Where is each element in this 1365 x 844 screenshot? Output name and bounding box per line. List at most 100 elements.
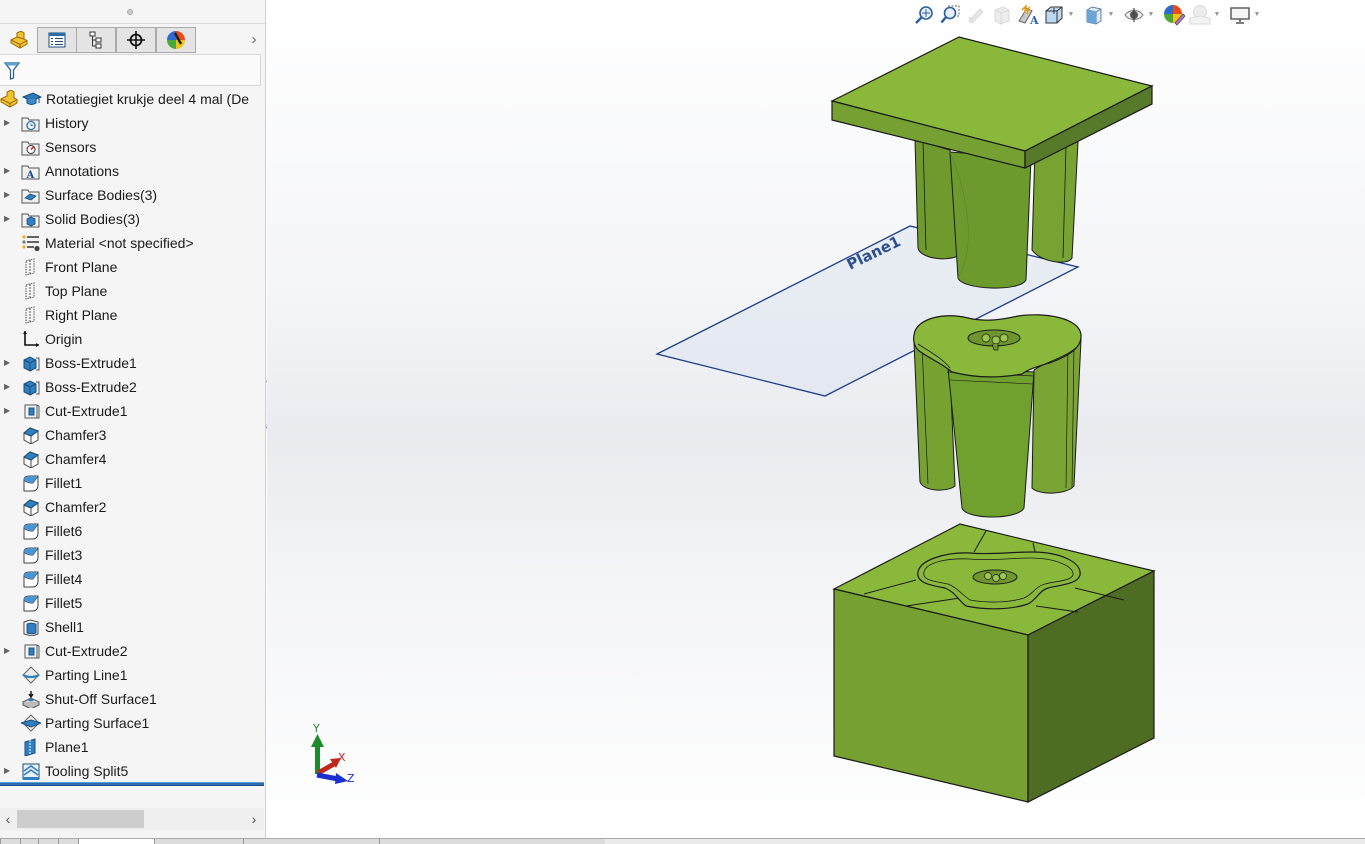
tree-item-solid-bodies-3[interactable]: ▶ Solid Bodies(3) — [0, 207, 266, 231]
tree-item-boss-extrude1[interactable]: ▶ Boss-Extrude1 — [0, 351, 266, 375]
tree-item-history[interactable]: ▶ History — [0, 111, 266, 135]
tree-item-label: Shell1 — [45, 619, 84, 635]
tree-item-label: Fillet3 — [45, 547, 83, 563]
tree-item-cut-extrude1[interactable]: ▶ Cut-Extrude1 — [0, 399, 266, 423]
funnel-icon[interactable] — [4, 62, 20, 80]
tree-item-label: Front Plane — [45, 259, 118, 275]
tree-item-material-not-specified[interactable]: Material <not specified> — [0, 231, 266, 255]
expand-arrow-icon[interactable]: ▶ — [4, 159, 12, 183]
panel-grip[interactable] — [0, 0, 266, 24]
bottom-tab-2[interactable] — [154, 839, 243, 844]
feature-filter-input[interactable] — [0, 54, 261, 86]
chamfer-icon — [23, 499, 40, 516]
expand-arrow-icon[interactable]: ▶ — [4, 639, 12, 663]
tree-item-fillet3[interactable]: Fillet3 — [0, 543, 266, 567]
configurationmanager-tab[interactable] — [76, 27, 116, 53]
dimxpertmanager-tab[interactable] — [116, 27, 156, 53]
tree-item-label: History — [45, 115, 89, 131]
tree-item-shell1[interactable]: Shell1 — [0, 615, 266, 639]
triad-x-label: X — [338, 751, 346, 764]
tab-scroll-prev[interactable] — [20, 839, 38, 844]
expand-arrow-icon[interactable]: ▶ — [4, 351, 12, 375]
bottom-tab-3[interactable] — [243, 839, 379, 844]
stool-core-body[interactable] — [913, 314, 1082, 518]
tree-item-label: Tooling Split5 — [45, 763, 129, 779]
tree-item-top-plane[interactable]: Top Plane — [0, 279, 266, 303]
tree-item-fillet5[interactable]: Fillet5 — [0, 591, 266, 615]
tree-item-chamfer3[interactable]: Chamfer3 — [0, 423, 266, 447]
tree-item-label: Right Plane — [45, 307, 118, 323]
tree-item-label: Fillet6 — [45, 523, 83, 539]
horizontal-scrollbar[interactable]: ‹ › — [0, 808, 264, 830]
bottom-mold-half-body[interactable] — [832, 523, 1156, 803]
plane-icon — [25, 258, 35, 276]
tab-scroll-first[interactable] — [0, 839, 20, 844]
plane-icon — [25, 282, 35, 300]
tree-item-label: Fillet5 — [45, 595, 83, 611]
sensors-folder-icon — [21, 141, 40, 156]
tree-item-label: Fillet1 — [45, 475, 83, 491]
part-icon — [0, 90, 18, 108]
tree-item-tooling-split5[interactable]: ▶ Tooling Split5 — [0, 759, 266, 783]
cut-extrude-icon — [24, 644, 40, 659]
tree-item-chamfer4[interactable]: Chamfer4 — [0, 447, 266, 471]
tree-item-label: Chamfer4 — [45, 451, 107, 467]
scroll-thumb[interactable] — [17, 810, 144, 828]
tree-item-shut-off-surface1[interactable]: Shut-Off Surface1 — [0, 687, 266, 711]
tree-item-label: Shut-Off Surface1 — [45, 691, 157, 707]
history-folder-icon — [21, 117, 40, 132]
chamfer-icon — [23, 451, 40, 468]
tree-item-plane1[interactable]: Plane1 — [0, 735, 266, 759]
scroll-left-arrow[interactable]: ‹ — [0, 808, 16, 830]
feature-manager-panel: › Rotatiegiet krukje deel 4 mal (De ▶ His… — [0, 0, 266, 844]
tree-item-front-plane[interactable]: Front Plane — [0, 255, 266, 279]
tree-item-fillet6[interactable]: Fillet6 — [0, 519, 266, 543]
bottom-tab-4[interactable] — [379, 839, 605, 844]
expand-arrow-icon[interactable]: ▶ — [4, 759, 12, 783]
tree-item-parting-line1[interactable]: Parting Line1 — [0, 663, 266, 687]
tab-scroll-last[interactable] — [58, 839, 78, 844]
fillet-icon — [23, 547, 39, 564]
tree-item-label: Origin — [45, 331, 83, 347]
annotations-folder-icon: A — [21, 165, 40, 180]
parting-surface-icon — [21, 714, 41, 732]
triad-z-axis: Z — [316, 772, 355, 785]
cut-extrude-icon — [24, 404, 40, 419]
expand-arrow-icon[interactable]: ▶ — [4, 375, 12, 399]
expand-arrow-icon[interactable]: ▶ — [4, 399, 12, 423]
tree-item-origin[interactable]: Origin — [0, 327, 266, 351]
tree-item-annotations[interactable]: ▶ A Annotations — [0, 159, 266, 183]
fillet-icon — [23, 571, 39, 588]
tree-item-sensors[interactable]: Sensors — [0, 135, 266, 159]
tree-root-label: Rotatiegiet krukje deel 4 mal (De — [46, 91, 250, 107]
tree-item-fillet1[interactable]: Fillet1 — [0, 471, 266, 495]
tree-item-surface-bodies-3[interactable]: ▶ Surface Bodies(3) — [0, 183, 266, 207]
more-tabs-chevron[interactable]: › — [246, 30, 262, 50]
tree-item-right-plane[interactable]: Right Plane — [0, 303, 266, 327]
tree-item-cut-extrude2[interactable]: ▶ Cut-Extrude2 — [0, 639, 266, 663]
displaymanager-tab[interactable] — [156, 27, 196, 53]
tree-item-chamfer2[interactable]: Chamfer2 — [0, 495, 266, 519]
scroll-right-arrow[interactable]: › — [246, 808, 262, 830]
svg-text:A: A — [26, 170, 35, 180]
expand-arrow-icon[interactable]: ▶ — [4, 183, 12, 207]
triad-y-label: Y — [312, 722, 320, 735]
expand-arrow-icon[interactable]: ▶ — [4, 111, 12, 135]
rollback-bar[interactable] — [0, 782, 264, 786]
tab-scroll-next[interactable] — [38, 839, 58, 844]
tree-root-part[interactable]: Rotatiegiet krukje deel 4 mal (De — [0, 87, 266, 111]
propertymanager-tab[interactable] — [37, 27, 77, 53]
bottom-tab-model[interactable] — [78, 839, 154, 844]
tree-item-boss-extrude2[interactable]: ▶ Boss-Extrude2 — [0, 375, 266, 399]
expand-arrow-icon[interactable]: ▶ — [4, 207, 12, 231]
tree-item-label: Plane1 — [45, 739, 89, 755]
tree-item-fillet4[interactable]: Fillet4 — [0, 567, 266, 591]
shut-off-surface-icon — [21, 691, 41, 708]
featuremanager-tab[interactable] — [0, 27, 38, 53]
tree-item-parting-surface1[interactable]: Parting Surface1 — [0, 711, 266, 735]
tree-item-label: Parting Line1 — [45, 667, 128, 683]
tree-item-label: Material <not specified> — [45, 235, 194, 251]
reference-triad[interactable]: Y X Z — [300, 716, 370, 796]
graphics-area[interactable]: A ▼ ▼ ▼ ▼ ▼ Plane1 Y X Z — [267, 0, 1365, 838]
tree-item-label: Chamfer3 — [45, 427, 107, 443]
